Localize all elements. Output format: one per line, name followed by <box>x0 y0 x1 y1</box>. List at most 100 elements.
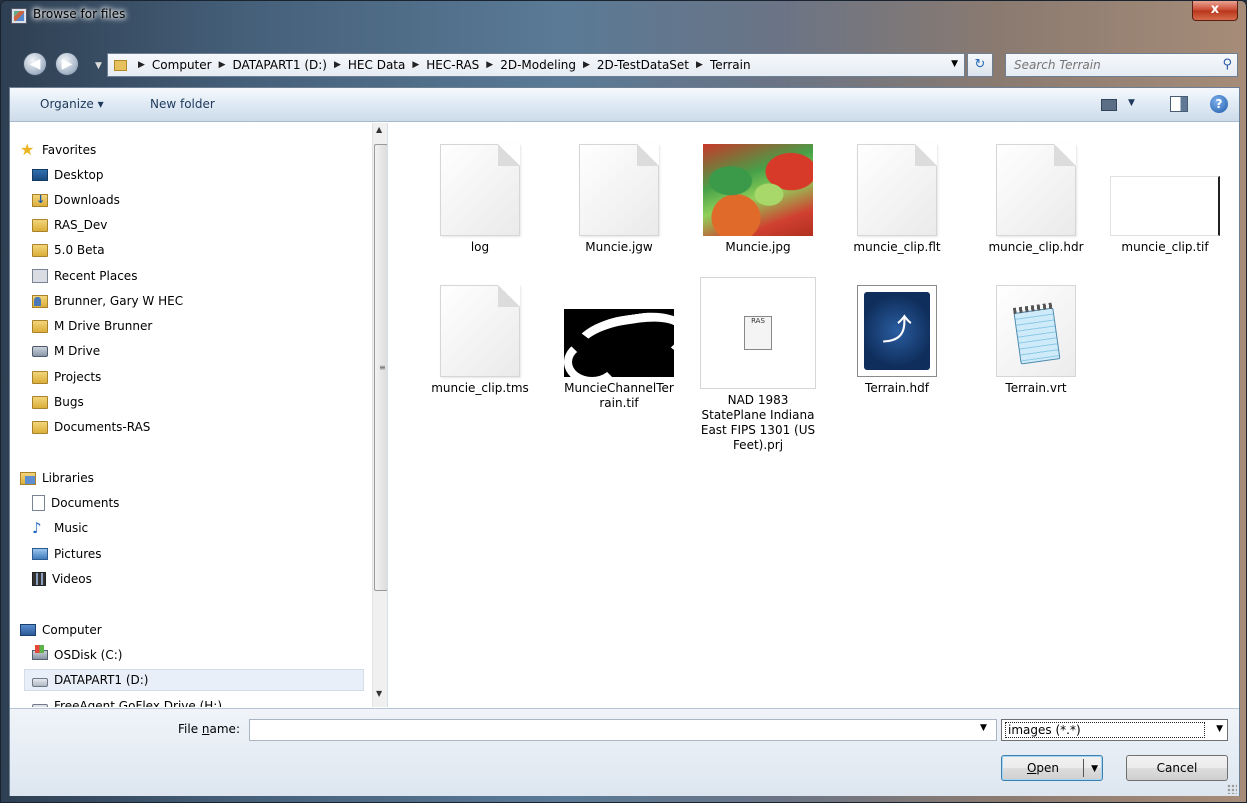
videos-icon <box>32 572 46 586</box>
breadcrumb-hec-data[interactable]: HEC Data <box>348 58 405 72</box>
view-options-dropdown-icon[interactable]: ▼ <box>1128 98 1135 108</box>
sidebar-item-osdisk[interactable]: OSDisk (C:) <box>32 644 122 666</box>
blank-file-icon <box>579 144 659 236</box>
file-type-filter[interactable]: images (*.*) ▼ <box>1001 719 1228 741</box>
change-view-icon[interactable] <box>1101 96 1123 112</box>
help-icon[interactable]: ? <box>1210 95 1228 113</box>
sidebar-item-label: Videos <box>52 572 92 586</box>
network-drive-icon <box>32 345 48 357</box>
sidebar-item-documents-ras[interactable]: Documents-RAS <box>32 416 150 438</box>
app-icon <box>11 8 27 24</box>
document-icon <box>32 495 45 511</box>
chevron-down-icon[interactable]: ▼ <box>1216 724 1223 734</box>
breadcrumb-datapart1[interactable]: DATAPART1 (D:) <box>233 58 327 72</box>
sidebar-item-pictures[interactable]: Pictures <box>32 543 102 565</box>
breadcrumb-separator[interactable]: ▶ <box>219 60 226 70</box>
terrain-image-thumbnail <box>703 144 813 236</box>
file-item[interactable]: RAS NAD 1983 StatePlane Indiana East FIP… <box>688 277 828 453</box>
sidebar-item-projects[interactable]: Projects <box>32 366 101 388</box>
dialog-client-area: Organize ▾ New folder ▼ ? ★ Favorites De… <box>9 87 1240 796</box>
sidebar-item-desktop[interactable]: Desktop <box>32 164 104 186</box>
sidebar-item-datapart1[interactable]: DATAPART1 (D:) <box>24 669 364 691</box>
file-name: muncie_clip.hdr <box>988 240 1084 254</box>
breadcrumb-hec-ras[interactable]: HEC-RAS <box>426 58 479 72</box>
file-item[interactable]: Terrain.vrt <box>966 285 1106 396</box>
scrollbar-thumb[interactable]: ≡ <box>374 144 387 591</box>
search-icon[interactable]: ⚲ <box>1222 57 1232 72</box>
organize-button[interactable]: Organize ▾ <box>40 97 104 111</box>
close-button[interactable]: x <box>1192 1 1238 21</box>
breadcrumb-separator[interactable]: ▶ <box>334 60 341 70</box>
sidebar-favorites-label: Favorites <box>42 143 97 157</box>
sidebar-item-brunner[interactable]: Brunner, Gary W HEC <box>32 290 183 312</box>
sidebar-item-label: Documents <box>51 496 120 510</box>
open-options-dropdown-icon[interactable]: ▼ <box>1091 757 1098 781</box>
sidebar-libraries[interactable]: Libraries <box>20 467 94 489</box>
file-item[interactable]: MuncieChannelTerrain.tif <box>545 285 693 411</box>
white-image-thumbnail <box>1110 176 1220 236</box>
back-button[interactable]: ◀ <box>23 52 47 76</box>
file-name-dropdown-icon[interactable]: ▼ <box>980 723 987 733</box>
sidebar-item-downloads[interactable]: Downloads <box>32 189 120 211</box>
file-item[interactable]: ⤴ Terrain.hdf <box>827 285 967 396</box>
sidebar-item-documents[interactable]: Documents <box>32 492 119 514</box>
sidebar-computer[interactable]: Computer <box>20 619 102 641</box>
breadcrumb-separator[interactable]: ▶ <box>583 60 590 70</box>
hdf-logo-icon: ⤴ <box>864 292 930 370</box>
drive-icon <box>32 703 48 707</box>
search-input[interactable] <box>1006 54 1206 76</box>
navigation-scrollbar[interactable]: ▲ ≡ ▼ <box>372 123 387 707</box>
breadcrumb-separator[interactable]: ▶ <box>138 60 145 70</box>
preview-pane-icon[interactable] <box>1170 96 1188 112</box>
refresh-button[interactable]: ↻ <box>967 53 993 77</box>
channel-mask-thumbnail <box>564 309 674 377</box>
breadcrumb-2d-modeling[interactable]: 2D-Modeling <box>500 58 576 72</box>
folder-icon <box>114 59 127 71</box>
scroll-up-arrow[interactable]: ▲ <box>376 125 382 134</box>
file-name: Muncie.jpg <box>725 240 791 254</box>
sidebar-item-label: OSDisk (C:) <box>54 648 123 662</box>
file-name-input[interactable] <box>249 719 997 741</box>
breadcrumb-terrain[interactable]: Terrain <box>710 58 751 72</box>
open-button[interactable]: Open ▼ <box>1001 755 1103 781</box>
breadcrumb-separator[interactable]: ▶ <box>486 60 493 70</box>
sidebar-item-label: RAS_Dev <box>54 218 108 232</box>
file-name: muncie_clip.tif <box>1121 240 1209 254</box>
file-name: Terrain.vrt <box>1005 381 1067 395</box>
cancel-button[interactable]: Cancel <box>1126 755 1228 781</box>
sidebar-favorites[interactable]: ★ Favorites <box>20 139 96 161</box>
breadcrumb-2d-testdataset[interactable]: 2D-TestDataSet <box>597 58 689 72</box>
sidebar-item-m-drive-brunner[interactable]: M Drive Brunner <box>32 315 152 337</box>
search-box[interactable]: ⚲ <box>1005 53 1238 77</box>
os-disk-icon <box>32 645 48 660</box>
scroll-down-arrow[interactable]: ▼ <box>376 689 382 698</box>
ras-document-icon: RAS <box>744 316 772 350</box>
file-item[interactable]: muncie_clip.hdr <box>966 144 1106 255</box>
forward-button[interactable]: ▶ <box>55 52 79 76</box>
sidebar-item-ras-dev[interactable]: RAS_Dev <box>32 214 107 236</box>
sidebar-item-m-drive[interactable]: M Drive <box>32 340 100 362</box>
file-item[interactable]: log <box>410 144 550 255</box>
file-item[interactable]: Muncie.jgw <box>549 144 689 255</box>
recent-locations-dropdown[interactable]: ▼ <box>95 61 102 71</box>
new-folder-button[interactable]: New folder <box>150 97 215 111</box>
navigation-pane: ★ Favorites Desktop Downloads RAS_Dev 5.… <box>10 123 388 707</box>
sidebar-item-music[interactable]: ♪ Music <box>32 517 88 539</box>
breadcrumb-separator[interactable]: ▶ <box>696 60 703 70</box>
sidebar-item-videos[interactable]: Videos <box>32 568 92 590</box>
breadcrumb-computer[interactable]: Computer <box>152 58 212 72</box>
sidebar-item-5-0-beta[interactable]: 5.0 Beta <box>32 239 105 261</box>
sidebar-item-bugs[interactable]: Bugs <box>32 391 84 413</box>
sidebar-item-recent-places[interactable]: Recent Places <box>32 265 137 287</box>
file-item[interactable]: muncie_clip.tms <box>410 285 550 396</box>
sidebar-item-freeagent[interactable]: FreeAgent GoFlex Drive (H:) <box>32 695 222 707</box>
address-bar[interactable]: ▶ Computer ▶ DATAPART1 (D:) ▶ HEC Data ▶… <box>107 53 965 77</box>
file-item[interactable]: Muncie.jpg <box>688 144 828 255</box>
resize-grip-icon[interactable] <box>1227 784 1237 794</box>
breadcrumb-separator[interactable]: ▶ <box>412 60 419 70</box>
file-item[interactable]: muncie_clip.flt <box>827 144 967 255</box>
file-item[interactable]: muncie_clip.tif <box>1095 144 1235 255</box>
address-dropdown-icon[interactable]: ▼ <box>951 59 958 69</box>
sidebar-item-label: DATAPART1 (D:) <box>54 673 149 687</box>
file-name: log <box>470 240 490 254</box>
